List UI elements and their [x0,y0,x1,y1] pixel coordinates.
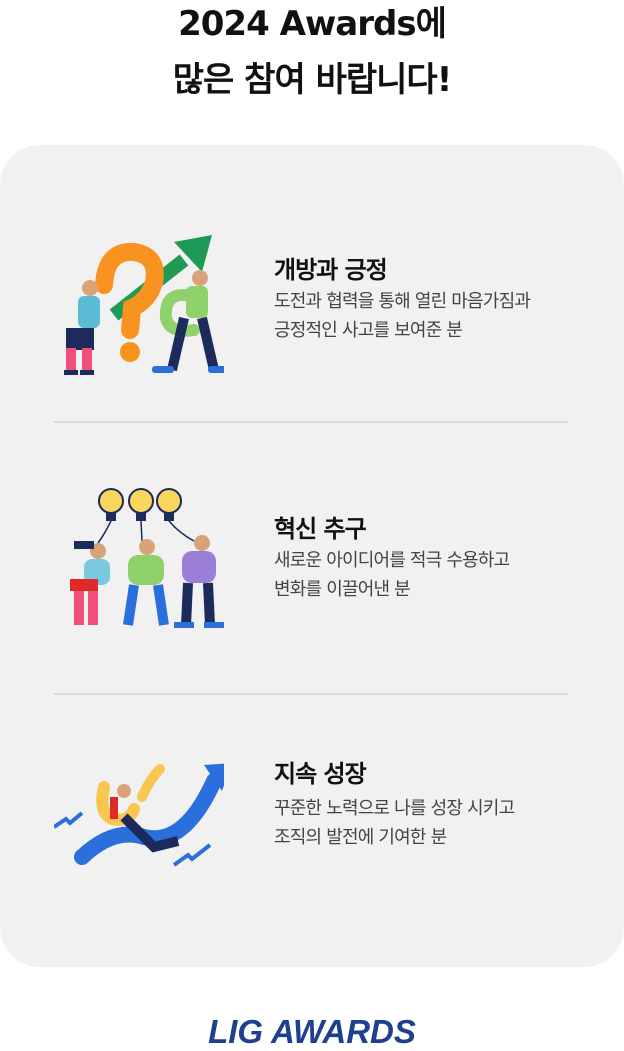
question-mark-people-illustration [54,230,230,380]
headline-line-1: 2024 Awards에 [178,4,447,44]
headline: 2024 Awards에 많은 참여 바랍니다! [0,0,624,104]
award-description-line-1: 꾸준한 노력으로 나를 성장 시키고 [274,798,515,819]
award-description-line-2: 변화를 이끌어낸 분 [274,579,411,600]
headline-line-2: 많은 참여 바랍니다! [172,60,452,100]
lig-awards-logo: LIG AWARDS [208,1013,416,1050]
award-title: 지속 성장 [274,760,367,788]
award-description: 도전과 협력을 통해 열린 마음가짐과 긍정적인 사고를 보여준 분 [274,287,574,345]
award-item-growth: 지속 성장 꾸준한 노력으로 나를 성장 시키고 조직의 발전에 기여한 분 [52,757,568,877]
growth-arrow-illustration [52,757,232,907]
award-description-line-2: 긍정적인 사고를 보여준 분 [274,320,463,341]
award-item-openness: 개방과 긍정 도전과 협력을 통해 열린 마음가짐과 긍정적인 사고를 보여준 … [54,230,568,380]
award-title: 개방과 긍정 [274,256,388,284]
award-description-line-2: 조직의 발전에 기여한 분 [274,827,447,848]
award-description: 꾸준한 노력으로 나를 성장 시키고 조직의 발전에 기여한 분 [274,794,574,852]
divider [54,693,568,695]
divider [54,421,568,423]
award-description: 새로운 아이디어를 적극 수용하고 변화를 이끌어낸 분 [274,546,574,604]
lightbulb-ideas-illustration [54,485,224,635]
award-item-innovation: 혁신 추구 새로운 아이디어를 적극 수용하고 변화를 이끌어낸 분 [54,485,568,635]
awards-card: 개방과 긍정 도전과 협력을 통해 열린 마음가짐과 긍정적인 사고를 보여준 … [0,145,624,967]
award-description-line-1: 도전과 협력을 통해 열린 마음가짐과 [274,291,531,312]
award-description-line-1: 새로운 아이디어를 적극 수용하고 [274,550,510,571]
award-title: 혁신 추구 [274,515,367,543]
